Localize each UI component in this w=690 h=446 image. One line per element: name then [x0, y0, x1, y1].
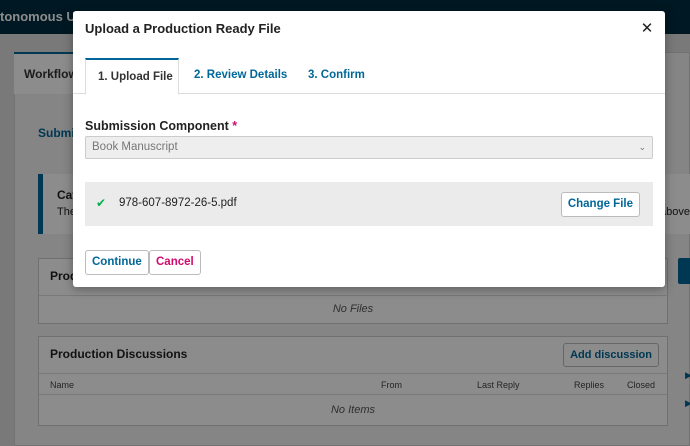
uploaded-file-row: ✔ 978-607-8972-26-5.pdf Change File [85, 182, 653, 226]
submission-component-label: Submission Component * [85, 119, 237, 133]
chevron-down-icon: ⌄ [638, 142, 646, 152]
close-icon[interactable]: ✕ [639, 21, 655, 37]
checkmark-icon: ✔ [96, 196, 107, 210]
wizard-tabs: 1. Upload File 2. Review Details 3. Conf… [73, 58, 665, 95]
continue-button[interactable]: Continue [85, 250, 149, 275]
required-marker: * [232, 119, 238, 133]
modal-header: Upload a Production Ready File ✕ [73, 11, 665, 51]
label-text: Submission Component [85, 119, 229, 133]
tab-review-details[interactable]: 2. Review Details [194, 58, 287, 94]
change-file-button[interactable]: Change File [560, 192, 640, 217]
cancel-button[interactable]: Cancel [149, 250, 201, 275]
tab-confirm[interactable]: 3. Confirm [308, 58, 365, 94]
file-name: 978-607-8972-26-5.pdf [119, 197, 237, 209]
tab-upload-file[interactable]: 1. Upload File [85, 58, 179, 95]
submission-component-select[interactable]: Book Manuscript ⌄ [85, 136, 653, 159]
modal-title: Upload a Production Ready File [85, 21, 281, 36]
selected-value: Book Manuscript [92, 141, 178, 153]
upload-modal: Upload a Production Ready File ✕ 1. Uplo… [73, 11, 665, 287]
